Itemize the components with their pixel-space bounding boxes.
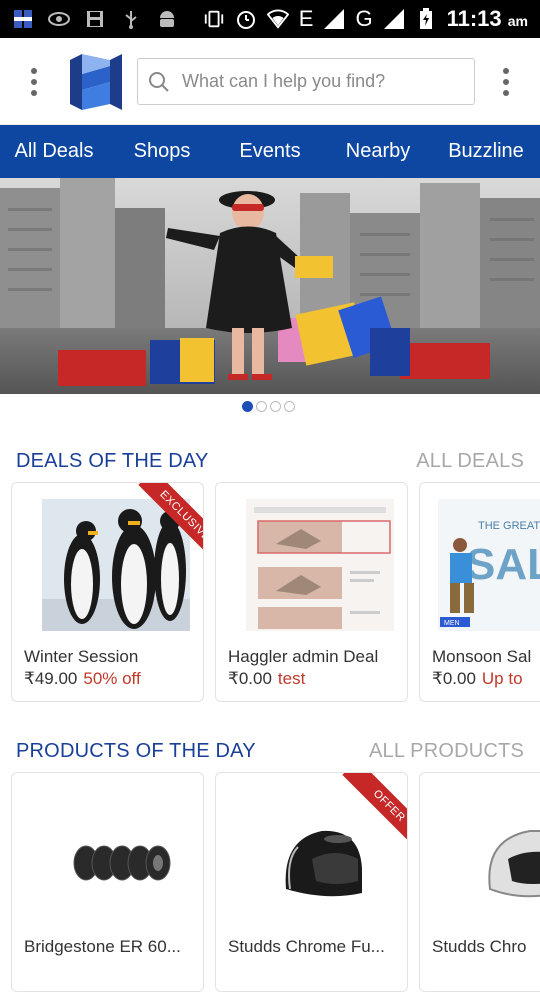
deal-price: ₹0.00 bbox=[228, 669, 272, 688]
product-name: Studds Chrome Fu... bbox=[228, 937, 385, 956]
product-card[interactable]: Bridgestone ER 60... bbox=[11, 772, 204, 992]
carousel-dot[interactable] bbox=[270, 401, 281, 412]
network-type-label: E bbox=[298, 6, 314, 31]
deal-tag: 50% off bbox=[83, 669, 141, 688]
vibrate-icon bbox=[203, 8, 225, 30]
product-card[interactable]: Studds Chro bbox=[419, 772, 540, 992]
deal-card[interactable]: EXCLUSIVE Winter Session ₹49.00 50% off bbox=[11, 482, 204, 702]
tab-buzzline[interactable]: Buzzline bbox=[432, 140, 540, 163]
deal-image: THE GREAT MO SAL MEN bbox=[438, 499, 540, 631]
deal-tag: test bbox=[277, 669, 306, 688]
deal-card[interactable]: THE GREAT MO SAL MEN Monsoon Sal ₹0.00 Up… bbox=[419, 482, 540, 702]
product-image bbox=[42, 789, 190, 921]
deal-image bbox=[246, 499, 394, 631]
app-notification-icon bbox=[12, 8, 34, 30]
product-image bbox=[460, 789, 540, 921]
carousel-dot[interactable] bbox=[284, 401, 295, 412]
search-icon bbox=[149, 71, 169, 92]
deal-price: ₹0.00 bbox=[432, 669, 476, 688]
menu-icon[interactable] bbox=[30, 68, 38, 96]
deal-tag: Up to bbox=[481, 669, 523, 688]
all-deals-link[interactable]: ALL DEALS bbox=[416, 450, 524, 473]
svg-text:MEN: MEN bbox=[444, 620, 460, 627]
signal-icon-2 bbox=[383, 8, 405, 30]
battery-charging-icon bbox=[415, 8, 437, 30]
category-tabs: All Deals Shops Events Nearby Buzzline bbox=[0, 125, 540, 178]
product-image bbox=[246, 789, 394, 921]
tab-events[interactable]: Events bbox=[216, 140, 324, 163]
app-logo bbox=[70, 54, 122, 110]
app-header bbox=[0, 38, 540, 125]
alarm-icon bbox=[235, 8, 257, 30]
deal-name: Haggler admin Deal bbox=[228, 647, 379, 666]
status-bar: E G 11:13 am bbox=[0, 0, 540, 38]
wifi-icon bbox=[266, 8, 289, 30]
svg-text:THE GREAT MO: THE GREAT MO bbox=[478, 520, 540, 532]
search-bar[interactable] bbox=[137, 58, 475, 105]
usb-icon bbox=[120, 8, 142, 30]
deal-name: Winter Session bbox=[24, 647, 139, 666]
svg-text:SAL: SAL bbox=[466, 540, 540, 589]
save-icon bbox=[84, 8, 106, 30]
deal-price-row: ₹0.00 Up to bbox=[432, 669, 523, 689]
signal-icon bbox=[323, 8, 345, 30]
deal-card[interactable]: Haggler admin Deal ₹0.00 test bbox=[215, 482, 408, 702]
search-input[interactable] bbox=[182, 71, 462, 92]
tab-nearby[interactable]: Nearby bbox=[324, 140, 432, 163]
carousel-dot[interactable] bbox=[256, 401, 267, 412]
product-card[interactable]: OFFER Studds Chrome Fu... bbox=[215, 772, 408, 992]
deal-price-row: ₹0.00 test bbox=[228, 669, 305, 689]
product-name: Studds Chro bbox=[432, 937, 527, 956]
android-icon bbox=[156, 8, 178, 30]
network-type-label-2: G bbox=[355, 6, 373, 31]
carousel-indicator bbox=[242, 401, 295, 412]
promo-banner[interactable] bbox=[0, 178, 540, 394]
product-name: Bridgestone ER 60... bbox=[24, 937, 181, 956]
tab-shops[interactable]: Shops bbox=[108, 140, 216, 163]
deals-section-title: DEALS OF THE DAY bbox=[16, 450, 209, 472]
deal-price: ₹49.00 bbox=[24, 669, 78, 688]
products-section-title: PRODUCTS OF THE DAY bbox=[16, 740, 256, 762]
deal-image bbox=[42, 499, 190, 631]
all-products-link[interactable]: ALL PRODUCTS bbox=[369, 740, 524, 763]
deal-price-row: ₹49.00 50% off bbox=[24, 669, 141, 689]
clock: 11:13 am bbox=[446, 6, 528, 31]
overflow-menu-icon[interactable] bbox=[502, 68, 510, 96]
eye-icon bbox=[48, 8, 70, 30]
tab-all-deals[interactable]: All Deals bbox=[0, 140, 108, 163]
carousel-dot[interactable] bbox=[242, 401, 253, 412]
deal-name: Monsoon Sal bbox=[432, 647, 532, 666]
